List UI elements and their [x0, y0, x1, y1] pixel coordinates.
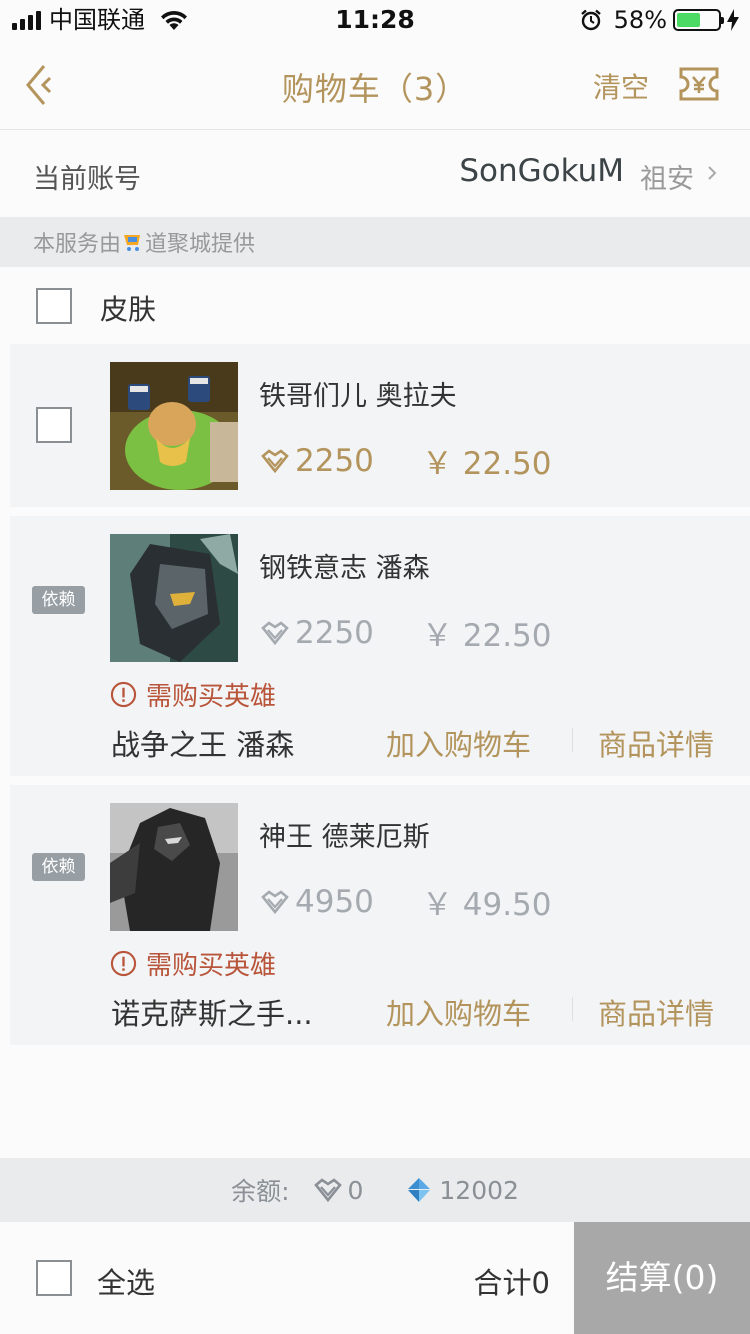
total-amount: 合计0: [473, 1266, 550, 1300]
select-all-label[interactable]: 全选: [97, 1260, 155, 1302]
requirement-warning: 需购买英雄: [110, 945, 276, 982]
coupon-price: 2250: [295, 614, 374, 651]
warning-icon: [110, 950, 137, 977]
diamond-currency-icon: [408, 1178, 431, 1202]
service-notice-prefix: 本服务由: [33, 232, 122, 257]
battery-icon: [673, 9, 724, 31]
warning-text: 需购买英雄: [146, 951, 277, 981]
item-prices: 2250 ￥ 22.50: [259, 610, 552, 655]
add-to-cart-button[interactable]: 加入购物车: [386, 991, 531, 1033]
account-row[interactable]: 当前账号 SonGokuM 祖安: [0, 131, 750, 217]
product-detail-button[interactable]: 商品详情: [598, 722, 714, 764]
balance-label: 余额:: [231, 1177, 290, 1206]
account-label: 当前账号: [33, 164, 141, 195]
skin-thumbnail[interactable]: [110, 803, 238, 931]
product-detail-button[interactable]: 商品详情: [598, 991, 714, 1033]
account-name: SonGokuM: [459, 153, 624, 189]
coupon-price: 2250: [295, 442, 374, 479]
item-name[interactable]: 神王 德莱厄斯: [259, 815, 430, 854]
warning-icon: [110, 681, 137, 708]
cart-item: 铁哥们儿 奥拉夫 2250 ￥ 22.50: [10, 344, 750, 507]
dependency-badge: 依赖: [32, 586, 85, 614]
item-prices: 2250 ￥ 22.50: [259, 438, 552, 483]
requirement-warning: 需购买英雄: [110, 676, 276, 713]
balance-bar: 余额: 0 12002: [0, 1158, 750, 1222]
daojucheng-logo-icon: [124, 235, 141, 251]
required-hero-name: 诺克萨斯之手...: [111, 997, 313, 1031]
coupon-currency-icon: [313, 1178, 342, 1203]
category-checkbox[interactable]: [36, 288, 72, 324]
warning-text: 需购买英雄: [146, 682, 277, 712]
item-checkbox[interactable]: [36, 407, 72, 443]
rmb-price: ￥ 49.50: [421, 887, 552, 923]
coupon-currency-icon: [261, 889, 289, 914]
rmb-price: ￥ 22.50: [421, 618, 552, 654]
required-hero-name: 战争之王 潘森: [111, 728, 295, 762]
diamond-balance: 12002: [439, 1175, 519, 1205]
item-name[interactable]: 钢铁意志 潘森: [259, 546, 430, 585]
skin-thumbnail[interactable]: [110, 534, 238, 662]
coupon-balance: 0: [347, 1175, 364, 1205]
chevron-right-icon: [708, 166, 717, 180]
account-server: 祖安: [640, 164, 694, 195]
divider: [572, 728, 573, 752]
cart-item: 依赖 钢铁意志 潘森 2250 ￥ 22.50 需购买英雄 战争之王 潘森 加入…: [10, 516, 750, 776]
coupon-icon[interactable]: [678, 66, 720, 102]
coupon-currency-icon: [261, 448, 289, 473]
add-to-cart-button[interactable]: 加入购物车: [386, 722, 531, 764]
coupon-currency-icon: [261, 620, 289, 645]
select-all-checkbox[interactable]: [36, 1260, 72, 1296]
item-prices: 4950 ￥ 49.50: [259, 879, 552, 924]
alarm-icon: [580, 9, 601, 31]
rmb-price: ￥ 22.50: [421, 446, 552, 482]
charging-bolt-icon: [727, 9, 739, 31]
dependency-badge: 依赖: [32, 853, 85, 881]
checkout-button[interactable]: 结算(0): [574, 1222, 750, 1334]
category-header: 皮肤: [0, 268, 750, 344]
battery-percent: 58%: [613, 6, 667, 34]
cart-item: 依赖 神王 德莱厄斯 4950 ￥ 49.50 需购买英雄 诺克萨斯之手... …: [10, 785, 750, 1045]
skin-thumbnail[interactable]: [110, 362, 238, 490]
category-label: 皮肤: [100, 293, 157, 326]
status-bar: 中国联通 11:28 58%: [0, 0, 750, 40]
service-notice-suffix: 道聚城提供: [145, 232, 256, 257]
divider: [572, 997, 573, 1021]
coupon-price: 4950: [295, 883, 374, 920]
service-notice: 本服务由 道聚城提供: [0, 217, 750, 267]
nav-bar: 购物车（3） 清空: [0, 40, 750, 130]
item-name[interactable]: 铁哥们儿 奥拉夫: [259, 374, 457, 413]
bottom-bar: 全选 合计0 结算(0): [0, 1222, 750, 1334]
clear-cart-button[interactable]: 清空: [593, 66, 649, 106]
